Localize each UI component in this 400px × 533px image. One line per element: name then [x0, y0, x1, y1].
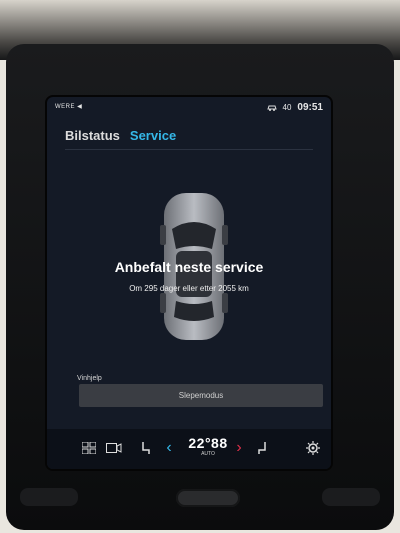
temp-up-button[interactable]: ›	[233, 439, 245, 457]
temp-down-button[interactable]: ‹	[163, 439, 175, 457]
seat-heat-left-button[interactable]	[139, 439, 153, 457]
tow-mode-button[interactable]: Slepemodus	[79, 384, 323, 407]
temperature-display[interactable]: 22°88 AUTO	[183, 435, 233, 457]
service-detail: Om 295 dager eller etter 2055 km	[129, 284, 249, 293]
camera-icon	[106, 443, 122, 453]
car-link-icon	[266, 105, 277, 111]
tab-service[interactable]: Service	[130, 128, 176, 143]
seat-icon	[142, 442, 150, 454]
left-vent	[20, 488, 78, 506]
status-left-text: WERE ◀	[55, 104, 83, 110]
tab-divider	[65, 149, 313, 150]
apps-grid-icon	[82, 442, 96, 454]
tab-bilstatus[interactable]: Bilstatus	[65, 128, 120, 143]
status-bar: WERE ◀ 40 09:51	[47, 97, 331, 117]
home-button[interactable]	[176, 489, 240, 507]
infotainment-screen: WERE ◀ 40 09:51 Bilstatus Service Anbefa…	[47, 97, 331, 469]
climate-settings-button[interactable]	[305, 439, 321, 457]
service-headline: Anbefalt neste service	[114, 259, 264, 275]
camera-button[interactable]	[105, 439, 123, 457]
signal-text: 40	[282, 103, 292, 112]
tow-help-label: Vinhjelp	[77, 375, 102, 382]
temperature-value: 22°88	[188, 435, 228, 451]
climate-bar: ‹ 22°88 AUTO ›	[47, 429, 331, 469]
status-right: 40 09:51	[266, 102, 323, 113]
seat-right-icon	[258, 442, 266, 454]
seat-heat-right-button[interactable]	[255, 439, 269, 457]
climate-mode: AUTO	[201, 451, 215, 457]
gear-icon	[306, 441, 320, 455]
clock: 09:51	[297, 102, 323, 113]
right-vent	[322, 488, 380, 506]
grid-icon[interactable]	[81, 439, 97, 457]
chevron-right-icon: ›	[236, 439, 242, 456]
chevron-left-icon: ‹	[166, 439, 172, 456]
tab-bar: Bilstatus Service	[65, 128, 176, 143]
